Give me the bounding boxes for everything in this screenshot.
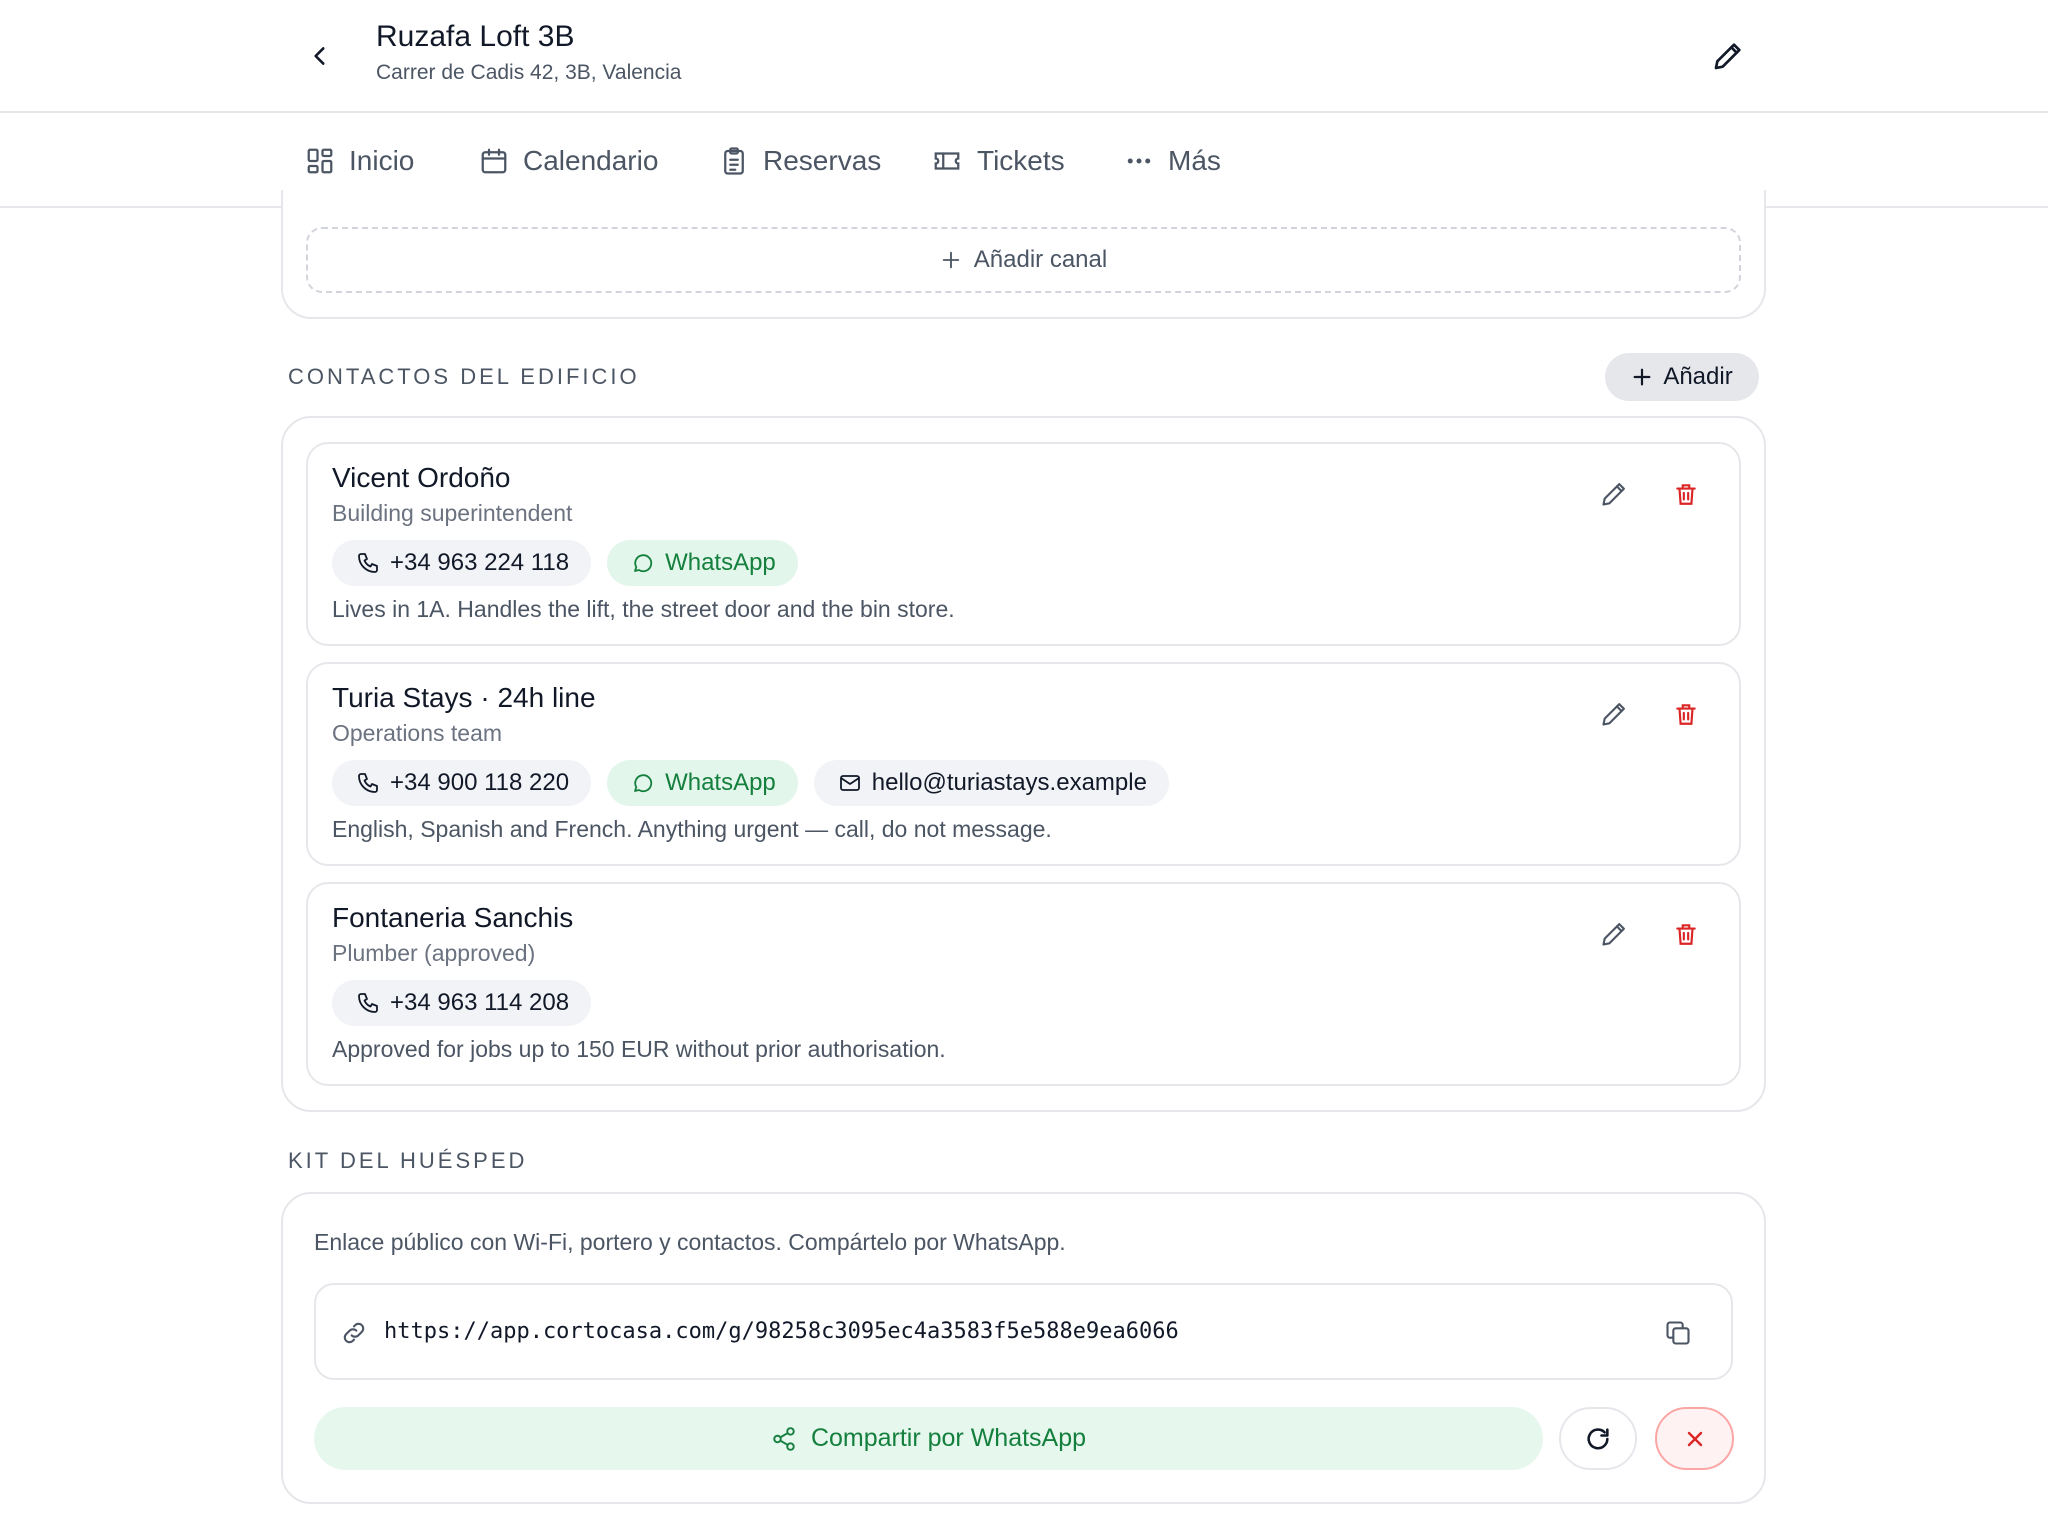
chevron-left-icon: [314, 47, 325, 65]
contact-name: Turia Stays · 24h line: [332, 682, 596, 713]
guest-kit-url: https://app.cortocasa.com/g/98258c3095ec…: [384, 1319, 1179, 1344]
phone-icon: [358, 773, 378, 793]
link-icon: [343, 1322, 365, 1344]
trash-icon: [1676, 924, 1696, 945]
edit-contact-button[interactable]: [1594, 914, 1634, 954]
edit-property-button[interactable]: [1708, 34, 1748, 78]
phone-chip[interactable]: +34 963 114 208: [332, 980, 592, 1026]
share-whatsapp-button[interactable]: Compartir por WhatsApp: [314, 1407, 1543, 1470]
trash-icon: [1676, 484, 1696, 505]
plus-icon: [1633, 368, 1651, 386]
pencil-icon: [1602, 483, 1625, 506]
contact-name: Fontaneria Sanchis: [332, 902, 574, 933]
contact-note: Lives in 1A. Handles the lift, the stree…: [332, 596, 955, 622]
add-channel-label: Añadir canal: [973, 246, 1108, 273]
email-chip[interactable]: hello@turiastays.example: [813, 760, 1169, 806]
contact-card: Fontaneria Sanchis Plumber (approved) +3…: [306, 882, 1741, 1086]
add-channel-button[interactable]: Añadir canal: [306, 227, 1741, 293]
edit-contact-button[interactable]: [1594, 474, 1634, 514]
pencil-icon: [1602, 923, 1625, 946]
plus-icon: [942, 251, 960, 269]
contact-note: English, Spanish and French. Anything ur…: [332, 816, 1052, 842]
whatsapp-chip[interactable]: WhatsApp: [607, 540, 798, 586]
copy-icon: [1666, 1321, 1690, 1345]
whatsapp-icon: [634, 774, 653, 793]
contact-note: Approved for jobs up to 150 EUR without …: [332, 1036, 946, 1062]
contacts-card: Vicent Ordoño Building superintendent +3…: [281, 416, 1766, 1112]
grid-icon: [307, 148, 333, 174]
delete-contact-button[interactable]: [1666, 914, 1706, 954]
contact-role: Building superintendent: [332, 500, 573, 526]
share-whatsapp-label: Compartir por WhatsApp: [810, 1424, 1087, 1452]
more-icon: [1127, 158, 1151, 164]
whatsapp-label: WhatsApp: [665, 549, 776, 576]
phone-number: +34 963 224 118: [390, 549, 570, 576]
whatsapp-icon: [634, 554, 653, 573]
whatsapp-label: WhatsApp: [665, 769, 776, 796]
top-header: Ruzafa Loft 3B Carrer de Cadis 42, 3B, V…: [0, 0, 2048, 113]
pencil-icon: [1602, 703, 1625, 726]
phone-icon: [358, 993, 378, 1013]
phone-icon: [358, 553, 378, 573]
whatsapp-chip[interactable]: WhatsApp: [607, 760, 798, 806]
contact-role: Plumber (approved): [332, 940, 536, 966]
close-icon: [1687, 1431, 1702, 1446]
delete-contact-button[interactable]: [1666, 694, 1706, 734]
guest-kit-description: Enlace público con Wi-Fi, portero y cont…: [314, 1229, 1066, 1255]
regenerate-link-button[interactable]: [1559, 1407, 1637, 1470]
edit-contact-button[interactable]: [1594, 694, 1634, 734]
contacts-section-title: CONTACTOS DEL EDIFICIO: [288, 364, 640, 389]
add-contact-button[interactable]: Añadir: [1605, 353, 1759, 401]
back-button[interactable]: [300, 36, 340, 76]
property-address: Carrer de Cadis 42, 3B, Valencia: [376, 61, 682, 84]
delete-contact-button[interactable]: [1666, 474, 1706, 514]
ticket-icon: [934, 152, 960, 170]
contact-card: Turia Stays · 24h line Operations team +…: [306, 662, 1741, 866]
guest-kit-link-field[interactable]: https://app.cortocasa.com/g/98258c3095ec…: [314, 1283, 1733, 1380]
revoke-link-button[interactable]: [1655, 1407, 1734, 1470]
tab-label: Más: [1168, 145, 1221, 176]
clipboard-icon: [724, 147, 744, 175]
refresh-icon: [1587, 1427, 1609, 1450]
share-icon: [773, 1426, 795, 1451]
phone-number: +34 900 118 220: [390, 769, 570, 796]
contact-name: Vicent Ordoño: [332, 462, 511, 493]
email-address: hello@turiastays.example: [871, 769, 1147, 796]
phone-chip[interactable]: +34 900 118 220: [332, 760, 592, 806]
contact-role: Operations team: [332, 720, 503, 746]
trash-icon: [1676, 704, 1696, 725]
phone-chip[interactable]: +34 963 224 118: [332, 540, 592, 586]
tab-label: Tickets: [977, 145, 1065, 176]
pencil-icon: [1714, 43, 1741, 70]
contact-card: Vicent Ordoño Building superintendent +3…: [306, 442, 1741, 646]
tab-label: Calendario: [523, 145, 659, 176]
tab-label: Reservas: [763, 145, 882, 176]
guest-kit-section-title: KIT DEL HUÉSPED: [288, 1148, 528, 1173]
calendar-icon: [481, 148, 507, 174]
phone-number: +34 963 114 208: [390, 989, 570, 1016]
tab-label: Inicio: [349, 145, 415, 176]
mail-icon: [839, 775, 860, 791]
property-title: Ruzafa Loft 3B: [376, 20, 575, 53]
copy-link-button[interactable]: [1658, 1313, 1698, 1353]
add-contact-label: Añadir: [1663, 363, 1733, 390]
